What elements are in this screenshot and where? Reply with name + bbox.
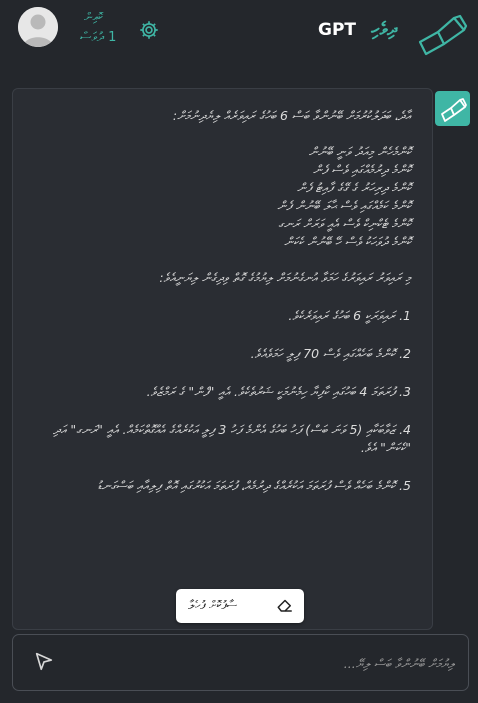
gear-icon (140, 21, 158, 39)
credits-unit: ދުވަސް (80, 30, 104, 45)
send-arrow-icon (35, 652, 53, 671)
chat-thread[interactable]: އާދެ، ބަދަލުކުރުމަށް ބޭނުންވާ ބަސް 6 ބަހ… (12, 88, 433, 630)
brand-gpt: GPT (318, 20, 357, 40)
top-bar: ކޮއިން 1 ދުވަސް GPT ދިވެހި (0, 0, 478, 70)
credits-row: 1 ދުވަސް (80, 30, 116, 45)
credits-label: ކޮއިން (84, 10, 103, 24)
message-line: ކޮންމެހެން މިއަދު ވަނީ ބޭނުން (308, 144, 411, 159)
ribbon-logo-icon (418, 14, 468, 56)
message-line: ކޮންމެ ކަމެއްގައި ވެސް ޙާލަ ބޭނުން ފެން (277, 198, 411, 213)
send-button[interactable] (33, 650, 55, 672)
ribbon-logo-icon (441, 98, 467, 122)
message-line: ކޮންމެ ދިރިހަރު ގެ ގޭގެ ފާއިޓު ފެން (297, 180, 411, 195)
message-line: އާދެ، ބަދަލުކުރުމަށް ބޭނުންވާ ބަސް 6 ބަހ… (172, 108, 411, 123)
assistant-avatar (435, 91, 470, 126)
app-logo (414, 12, 470, 56)
message-line: ކޮންމެ ޓެކްނިކް ވެސް އެއީ ވަރަށް ރަނގ (278, 216, 411, 231)
message-composer (12, 634, 469, 691)
assistant-message: އާދެ، ބަދަލުކުރުމަށް ބޭނުންވާ ބަސް 6 ބަހ… (35, 107, 411, 515)
eraser-icon (276, 596, 294, 614)
list-item: 2. ކޮންމެ ބަހެއްގައި ވެސް 70 ފިލީ ހަމަވެ… (250, 346, 411, 361)
message-subtitle: މި ރައިވަރު ރައިވަރުގެ ހަމަވާ އުނގެނުމަށ… (159, 270, 411, 285)
list-item: 3. ފުރަތަމަ 4 ބަހުގައި ކާފިޔާ ހިމެނުމަކީ… (146, 384, 411, 399)
user-avatar-icon (18, 7, 58, 47)
message-line: ކޮންމެ ދުވަހަކު ވެސް ހޭ ބޭނުން ކެކަން (284, 234, 411, 249)
clear-chat-label: ސާފުކޮށް ފުހެލާ (188, 598, 238, 612)
brand-title: ދިވެހި (371, 19, 397, 40)
message-input[interactable] (73, 647, 457, 679)
list-item: 1. ރައިވަރަކީ 6 ބަހުގެ ރައިވަރެކެވެ. (288, 308, 411, 323)
credits-value: 1 (108, 30, 117, 45)
user-avatar[interactable] (18, 7, 58, 47)
message-line: ކޮންމެ ދިރުމެއްގައި ވެސް ފެން (313, 162, 411, 177)
settings-button[interactable] (138, 19, 160, 41)
list-item: 5. ކޮންމެ ބަހެއް ވެސް ފުރަތަމަ އަކުރެއްގ… (97, 478, 411, 493)
clear-chat-button[interactable]: ސާފުކޮށް ފުހެލާ (176, 589, 304, 623)
list-item: 4. ޒަވާބަކާއި (5 ވަނަ ބަސް) ފަހު ބަހުގެ … (53, 422, 411, 455)
